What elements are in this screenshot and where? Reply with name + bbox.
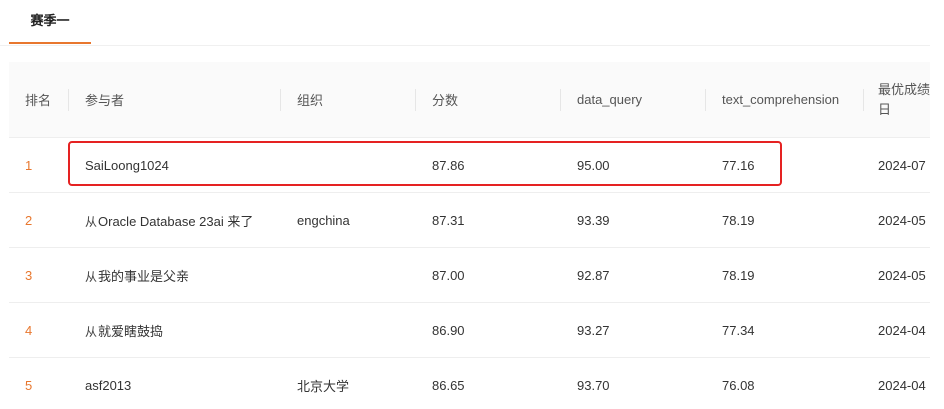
score-cell: 87.00	[416, 247, 561, 303]
rank-cell: 3	[9, 247, 69, 303]
column-header-best-time: 最优成绩日	[864, 62, 930, 138]
text-comprehension-cell: 78.19	[706, 192, 864, 248]
data-query-cell: 93.70	[561, 357, 706, 409]
organization-cell: engchina	[281, 192, 416, 248]
participant-cell[interactable]: 从Oracle Database 23ai 来了	[69, 192, 281, 248]
table-header-row: 排名 参与者 组织 分数 data_query text_comprehensi…	[9, 62, 930, 138]
team-icon: 从	[85, 269, 98, 284]
best-time-cell: 2024-04	[864, 302, 930, 358]
leaderboard-table: 排名 参与者 组织 分数 data_query text_comprehensi…	[9, 62, 930, 409]
table-row[interactable]: 3 从我的事业是父亲 87.00 92.87 78.19 2024-05	[9, 247, 930, 303]
column-header-text-comprehension: text_comprehension	[706, 62, 864, 138]
text-comprehension-cell: 78.19	[706, 247, 864, 303]
score-cell: 87.86	[416, 137, 561, 193]
table-row[interactable]: 5 asf2013 北京大学 86.65 93.70 76.08 2024-04	[9, 357, 930, 409]
table-row[interactable]: 4 从就爱瞎鼓捣 86.90 93.27 77.34 2024-04	[9, 302, 930, 358]
season-tabs: 赛季一	[0, 0, 930, 46]
best-time-cell: 2024-05	[864, 192, 930, 248]
team-icon: 从	[85, 324, 98, 339]
text-comprehension-cell: 77.34	[706, 302, 864, 358]
participant-name: asf2013	[85, 377, 132, 393]
page-edge	[930, 0, 944, 409]
rank-cell: 2	[9, 192, 69, 248]
column-header-data-query: data_query	[561, 62, 706, 138]
column-header-rank: 排名	[9, 62, 69, 138]
participant-name: Oracle Database 23ai 来了	[98, 213, 254, 229]
organization-cell	[281, 247, 416, 303]
rank-cell: 4	[9, 302, 69, 358]
table-row[interactable]: 1 SaiLoong1024 87.86 95.00 77.16 2024-07	[9, 137, 930, 193]
data-query-cell: 95.00	[561, 137, 706, 193]
organization-cell	[281, 302, 416, 358]
score-cell: 87.31	[416, 192, 561, 248]
participant-cell[interactable]: asf2013	[69, 357, 281, 409]
organization-cell	[281, 137, 416, 193]
data-query-cell: 93.27	[561, 302, 706, 358]
best-time-cell: 2024-05	[864, 247, 930, 303]
participant-name: SaiLoong1024	[85, 157, 169, 173]
participant-name: 我的事业是父亲	[98, 268, 190, 284]
rank-cell: 5	[9, 357, 69, 409]
participant-cell[interactable]: SaiLoong1024	[69, 137, 281, 193]
column-header-participant: 参与者	[69, 62, 281, 138]
table-row[interactable]: 2 从Oracle Database 23ai 来了 engchina 87.31 93…	[9, 192, 930, 248]
score-cell: 86.65	[416, 357, 561, 409]
participant-cell[interactable]: 从我的事业是父亲	[69, 247, 281, 303]
leaderboard-table-container: 排名 参与者 组织 分数 data_query text_comprehensi…	[9, 62, 930, 409]
participant-name: 就爱瞎鼓捣	[98, 323, 164, 339]
organization-cell: 北京大学	[281, 357, 416, 409]
column-header-score: 分数	[416, 62, 561, 138]
best-time-cell: 2024-07	[864, 137, 930, 193]
text-comprehension-cell: 77.16	[706, 137, 864, 193]
team-icon: 从	[85, 214, 98, 229]
rank-cell: 1	[9, 137, 69, 193]
text-comprehension-cell: 76.08	[706, 357, 864, 409]
data-query-cell: 93.39	[561, 192, 706, 248]
score-cell: 86.90	[416, 302, 561, 358]
tab-season-one[interactable]: 赛季一	[9, 0, 91, 44]
data-query-cell: 92.87	[561, 247, 706, 303]
column-header-organization: 组织	[281, 62, 416, 138]
participant-cell[interactable]: 从就爱瞎鼓捣	[69, 302, 281, 358]
best-time-cell: 2024-04	[864, 357, 930, 409]
